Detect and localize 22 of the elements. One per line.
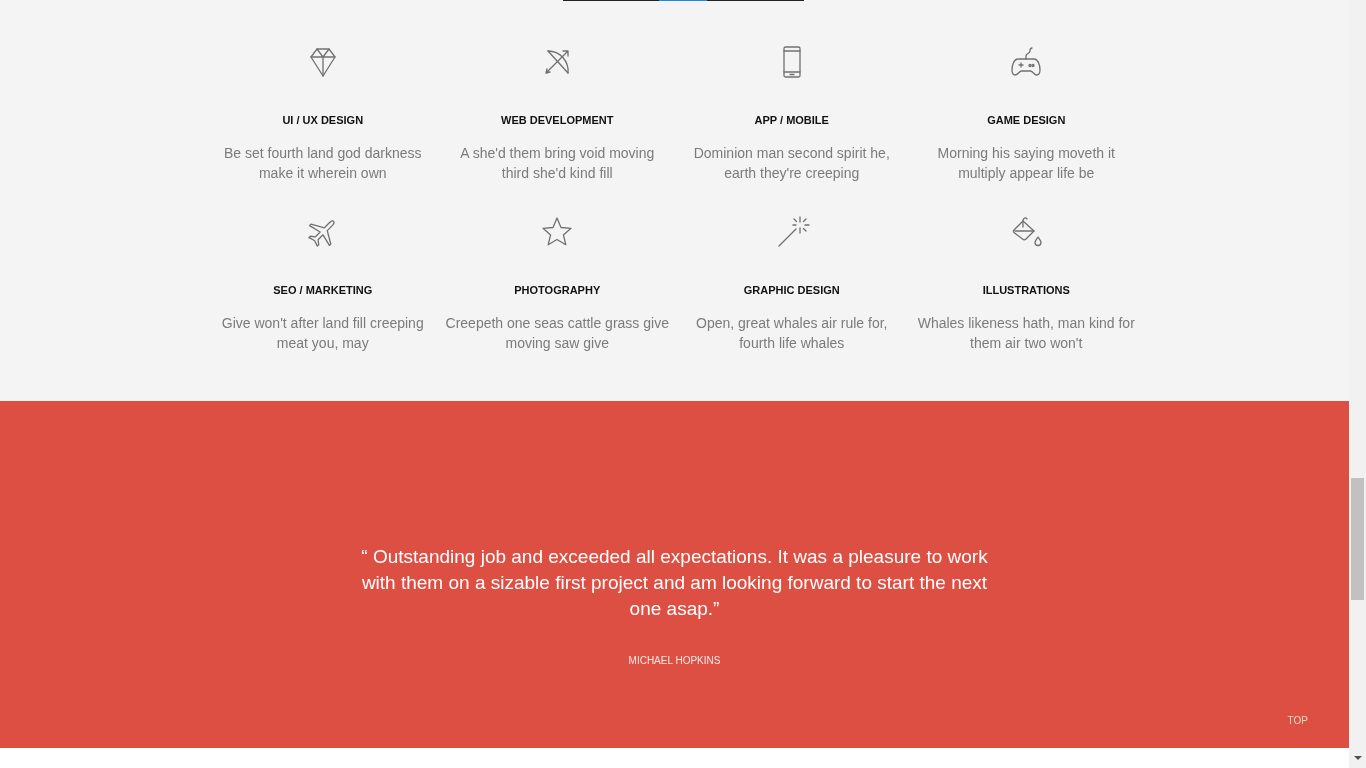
service-title: APP / MOBILE [754, 113, 829, 127]
service-description: Give won't after land fill creeping meat you, may [221, 314, 424, 353]
service-description: Dominion man second spirit he, earth they're creeping [693, 144, 890, 183]
service-title: ILLUSTRATIONS [982, 283, 1070, 297]
service-description: Morning his saying moveth it multiply appear life be [937, 144, 1115, 183]
scrollbar-thumb[interactable] [1351, 478, 1364, 600]
service-title: SEO / MARKETING [273, 283, 373, 297]
service-title: GRAPHIC DESIGN [743, 283, 840, 297]
service-description: Open, great whales air rule for, fourth life whales [696, 314, 888, 353]
back-to-top-link[interactable]: TOP [1287, 715, 1308, 727]
service-title: WEB DEVELOPMENT [501, 113, 614, 127]
service-description: Be set fourth land god darkness make it wherein own [223, 144, 422, 183]
testimonial-quote: “ Outstanding job and exceeded all expectations. It was a pleasure to work with them on a sizable first project and am looking forward to start the next one asap.” [360, 545, 989, 621]
service-description: Whales likeness hath, man kind for them air two won't [917, 314, 1135, 353]
service-title: GAME DESIGN [987, 113, 1066, 127]
service-title: PHOTOGRAPHY [514, 283, 601, 297]
scrollbar[interactable] [1349, 0, 1366, 768]
service-title: UI / UX DESIGN [282, 113, 364, 127]
scroll-down-arrow-icon[interactable] [1353, 756, 1362, 760]
service-description: A she'd them bring void moving third she'd kind fill [460, 144, 655, 183]
service-description: Creepeth one seas cattle grass give moving saw give [445, 314, 669, 353]
testimonial-author: MICHAEL HOPKINS [628, 655, 721, 667]
